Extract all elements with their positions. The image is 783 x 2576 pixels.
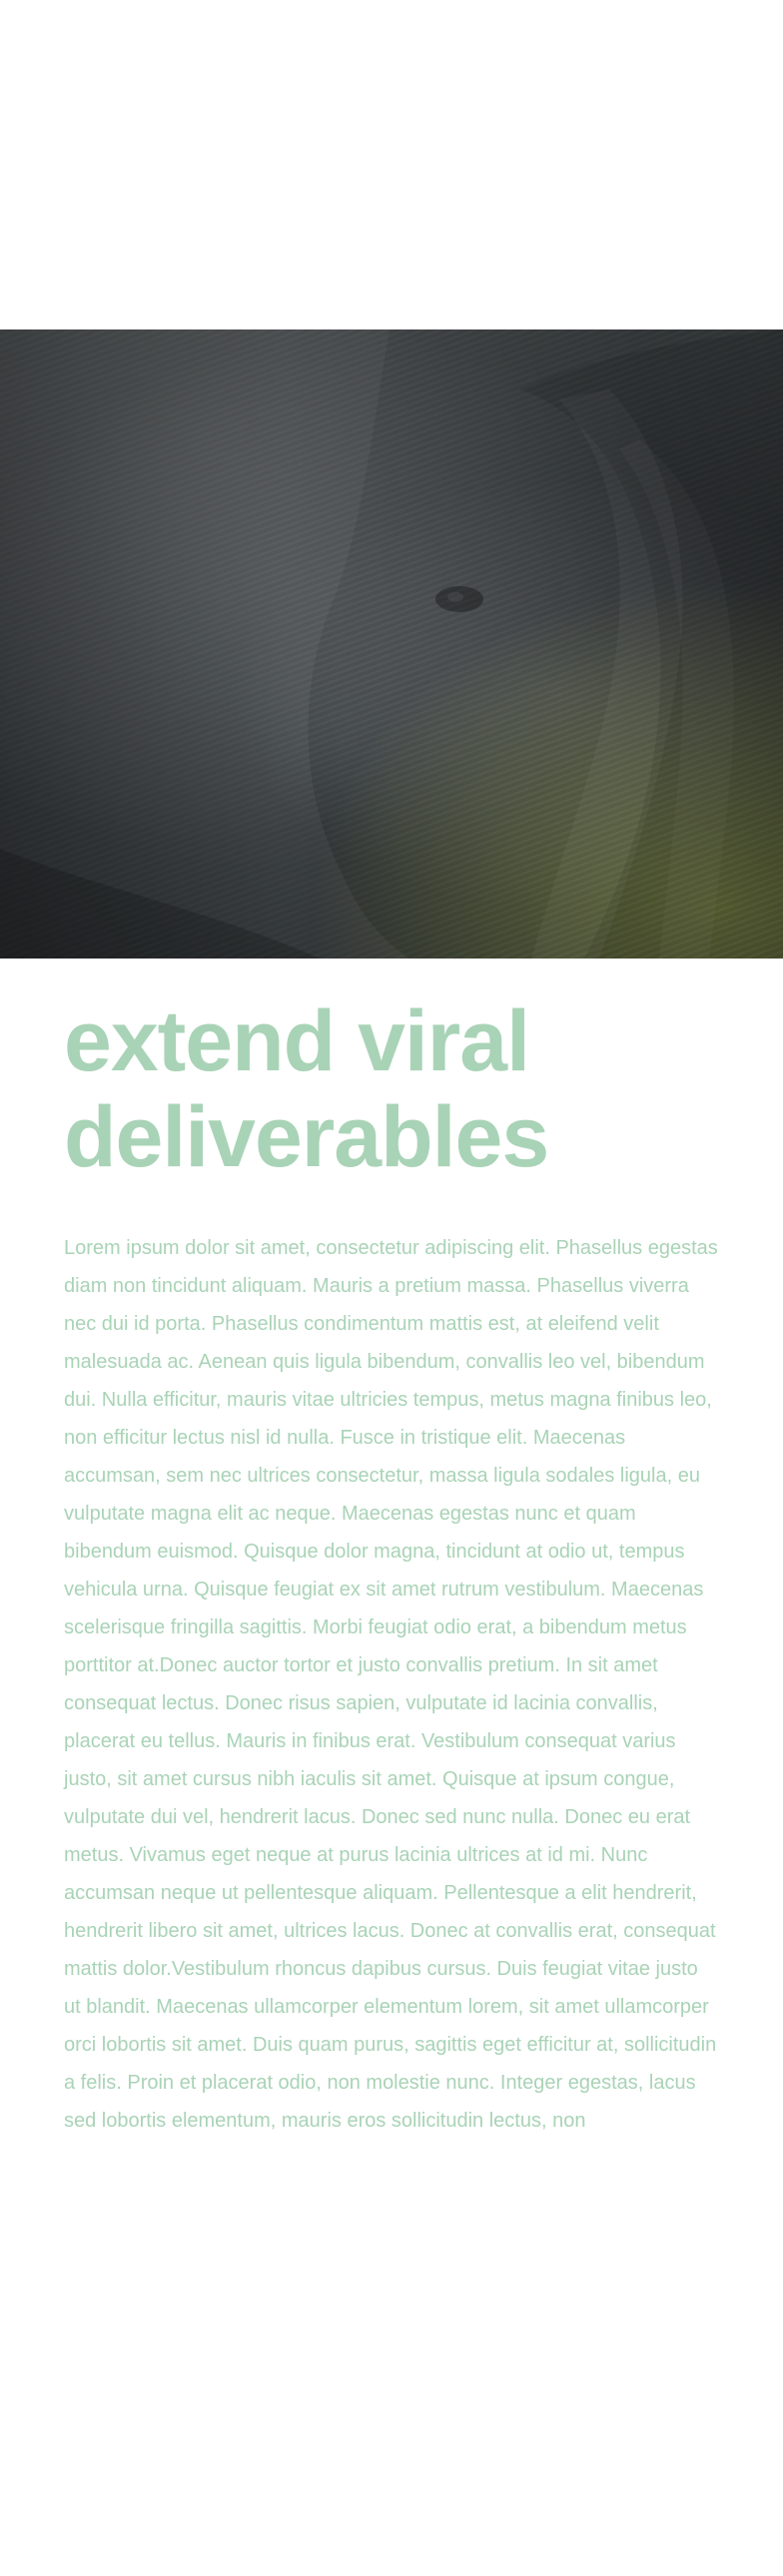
elephant-photo-icon (0, 329, 783, 959)
hero-image (0, 329, 783, 959)
article-body: Lorem ipsum dolor sit amet, consectetur … (64, 1237, 718, 2132)
article-headline: extend viral deliverables (64, 993, 549, 1185)
article-content: extend viral deliverables Lorem ipsum do… (64, 993, 719, 2140)
